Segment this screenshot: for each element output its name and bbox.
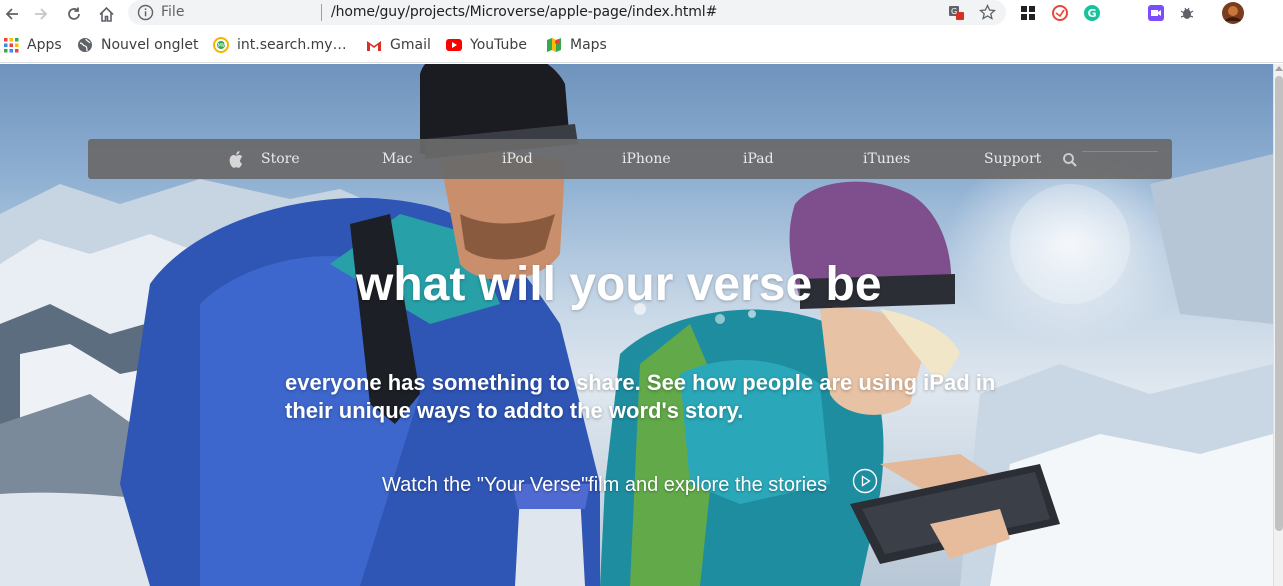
- gmail-icon: [366, 37, 382, 53]
- forward-arrow-icon[interactable]: [29, 2, 53, 26]
- watch-film-link[interactable]: Watch the "Your Verse"film and explore t…: [382, 474, 827, 497]
- pocket-icon[interactable]: [1050, 3, 1070, 23]
- reload-icon[interactable]: [62, 2, 86, 26]
- bookmark-youtube[interactable]: YouTube: [446, 36, 527, 54]
- hero-subtitle: everyone has something to share. See how…: [285, 370, 996, 423]
- extension-grid-icon[interactable]: [1018, 3, 1038, 23]
- url-text[interactable]: /home/guy/projects/Microverse/apple-page…: [331, 4, 717, 20]
- nav-item-iphone[interactable]: iPhone: [622, 151, 671, 167]
- bookmark-maps[interactable]: Maps: [546, 36, 607, 54]
- translate-icon[interactable]: G: [947, 3, 966, 22]
- bookmark-label: Nouvel onglet: [101, 37, 199, 53]
- nav-item-mac[interactable]: Mac: [382, 151, 413, 167]
- scheme-label: File: [161, 4, 185, 20]
- star-icon[interactable]: [978, 3, 997, 22]
- scroll-up-arrow-icon[interactable]: [1275, 66, 1283, 71]
- globe-icon: [77, 37, 93, 53]
- bookmark-int-search[interactable]: MW int.search.my…: [213, 36, 347, 54]
- bookmark-label: Gmail: [390, 37, 431, 53]
- search-icon[interactable]: [1062, 152, 1078, 168]
- home-icon[interactable]: [94, 2, 118, 26]
- bookmark-label: int.search.my…: [237, 37, 347, 53]
- apple-logo-icon[interactable]: [228, 150, 246, 168]
- bookmark-nouvel-onglet[interactable]: Nouvel onglet: [77, 36, 198, 54]
- video-call-icon[interactable]: [1146, 3, 1166, 23]
- avatar[interactable]: [1222, 2, 1244, 24]
- nav-item-ipod[interactable]: iPod: [502, 151, 533, 167]
- bookmark-label: Maps: [570, 37, 607, 53]
- svg-text:G: G: [951, 7, 957, 16]
- nav-item-store[interactable]: Store: [261, 151, 300, 167]
- svg-text:MW: MW: [218, 43, 227, 49]
- back-arrow-icon[interactable]: [0, 2, 24, 26]
- page-scrollbar[interactable]: [1273, 64, 1283, 586]
- bookmark-label: Apps: [27, 37, 62, 53]
- apps-grid-icon: [3, 37, 19, 53]
- hero-title: what will your verse be: [356, 258, 882, 311]
- youtube-icon: [446, 37, 462, 53]
- omnibox-divider: [321, 4, 322, 21]
- bookmark-apps[interactable]: Apps: [3, 36, 62, 54]
- bookmark-gmail[interactable]: Gmail: [366, 36, 431, 54]
- nav-item-ipad[interactable]: iPad: [743, 151, 774, 167]
- browser-toolbar: File /home/guy/projects/Microverse/apple…: [0, 0, 1283, 28]
- maps-icon: [546, 37, 562, 53]
- bookmarks-bar: Apps Nouvel onglet MW int.search.my… Gma…: [0, 28, 1283, 63]
- scrollbar-thumb[interactable]: [1275, 76, 1283, 531]
- address-bar[interactable]: File /home/guy/projects/Microverse/apple…: [128, 0, 1006, 25]
- mywebsearch-icon: MW: [213, 37, 229, 53]
- nav-item-itunes[interactable]: iTunes: [863, 151, 910, 167]
- play-circle-icon[interactable]: [852, 468, 878, 494]
- bug-icon[interactable]: [1177, 3, 1197, 23]
- bookmark-label: YouTube: [470, 37, 527, 53]
- search-input[interactable]: [1082, 151, 1158, 171]
- info-icon[interactable]: [137, 4, 154, 21]
- site-nav-bar: Store Mac iPod iPhone iPad iTunes Suppor…: [88, 139, 1172, 179]
- svg-text:G: G: [1088, 7, 1097, 20]
- grammarly-icon[interactable]: G: [1082, 3, 1102, 23]
- nav-item-support[interactable]: Support: [984, 151, 1041, 167]
- page-viewport: Store Mac iPod iPhone iPad iTunes Suppor…: [0, 64, 1273, 586]
